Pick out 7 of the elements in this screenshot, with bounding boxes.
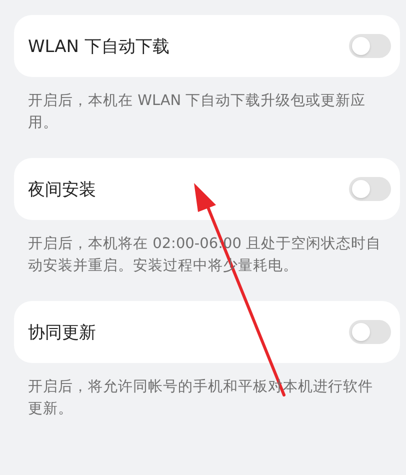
toggle-switch[interactable] <box>349 320 391 344</box>
setting-title: 夜间安装 <box>28 178 96 200</box>
setting-description: 开启后，本机在 WLAN 下自动下载升级包或更新应用。 <box>27 92 367 133</box>
toggle-switch[interactable] <box>349 34 391 58</box>
toggle-switch[interactable] <box>349 177 391 201</box>
setting-title: 协同更新 <box>28 322 96 344</box>
setting-title: WLAN 下自动下载 <box>28 36 170 58</box>
